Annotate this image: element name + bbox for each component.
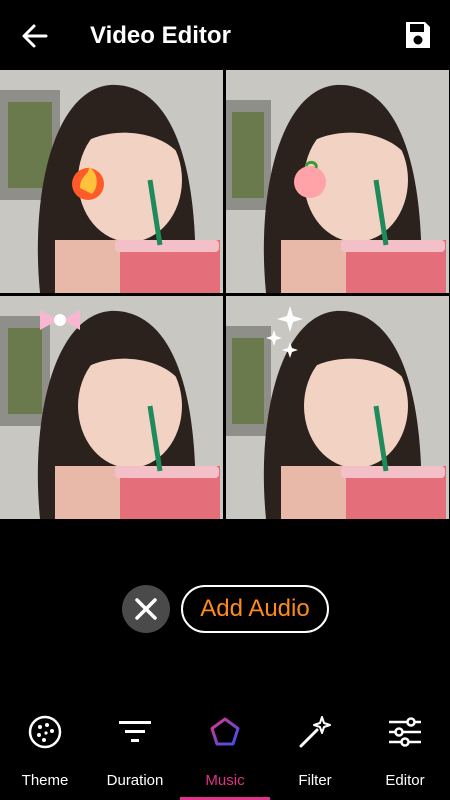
remove-audio-button[interactable]: [122, 585, 170, 633]
add-audio-button[interactable]: Add Audio: [181, 585, 329, 633]
nav-duration-label: Duration: [106, 772, 164, 789]
nav-filter-label: Filter: [298, 772, 332, 789]
nav-music[interactable]: Music: [180, 700, 270, 800]
nav-editor[interactable]: Editor: [360, 700, 450, 800]
nav-theme-label: Theme: [21, 772, 69, 789]
close-x-icon: [135, 598, 157, 620]
collage-tile-1: [0, 70, 223, 293]
back-button[interactable]: [20, 22, 50, 50]
theme-palette-icon: [28, 715, 62, 749]
sliders-icon: [389, 717, 421, 747]
duration-lines-icon: [119, 721, 151, 742]
save-floppy-icon: [406, 22, 430, 48]
bottom-nav: Theme Duration Music Filter Editor: [0, 700, 450, 800]
collage-tile-4: [226, 296, 449, 519]
nav-editor-label: Editor: [385, 772, 425, 789]
page-title: Video Editor: [90, 22, 231, 49]
magic-wand-icon: [299, 716, 331, 748]
save-button[interactable]: [404, 20, 432, 50]
music-pentagon-icon: [210, 717, 240, 746]
video-preview-collage[interactable]: [0, 70, 450, 520]
collage-tile-3: [0, 296, 223, 519]
arrow-left-icon: [22, 24, 48, 48]
collage-tile-2: [226, 70, 449, 293]
nav-filter[interactable]: Filter: [270, 700, 360, 800]
top-bar: Video Editor: [0, 0, 450, 70]
nav-duration[interactable]: Duration: [90, 700, 180, 800]
nav-theme[interactable]: Theme: [0, 700, 90, 800]
nav-music-label: Music: [205, 772, 245, 789]
audio-controls: Add Audio: [0, 585, 450, 633]
